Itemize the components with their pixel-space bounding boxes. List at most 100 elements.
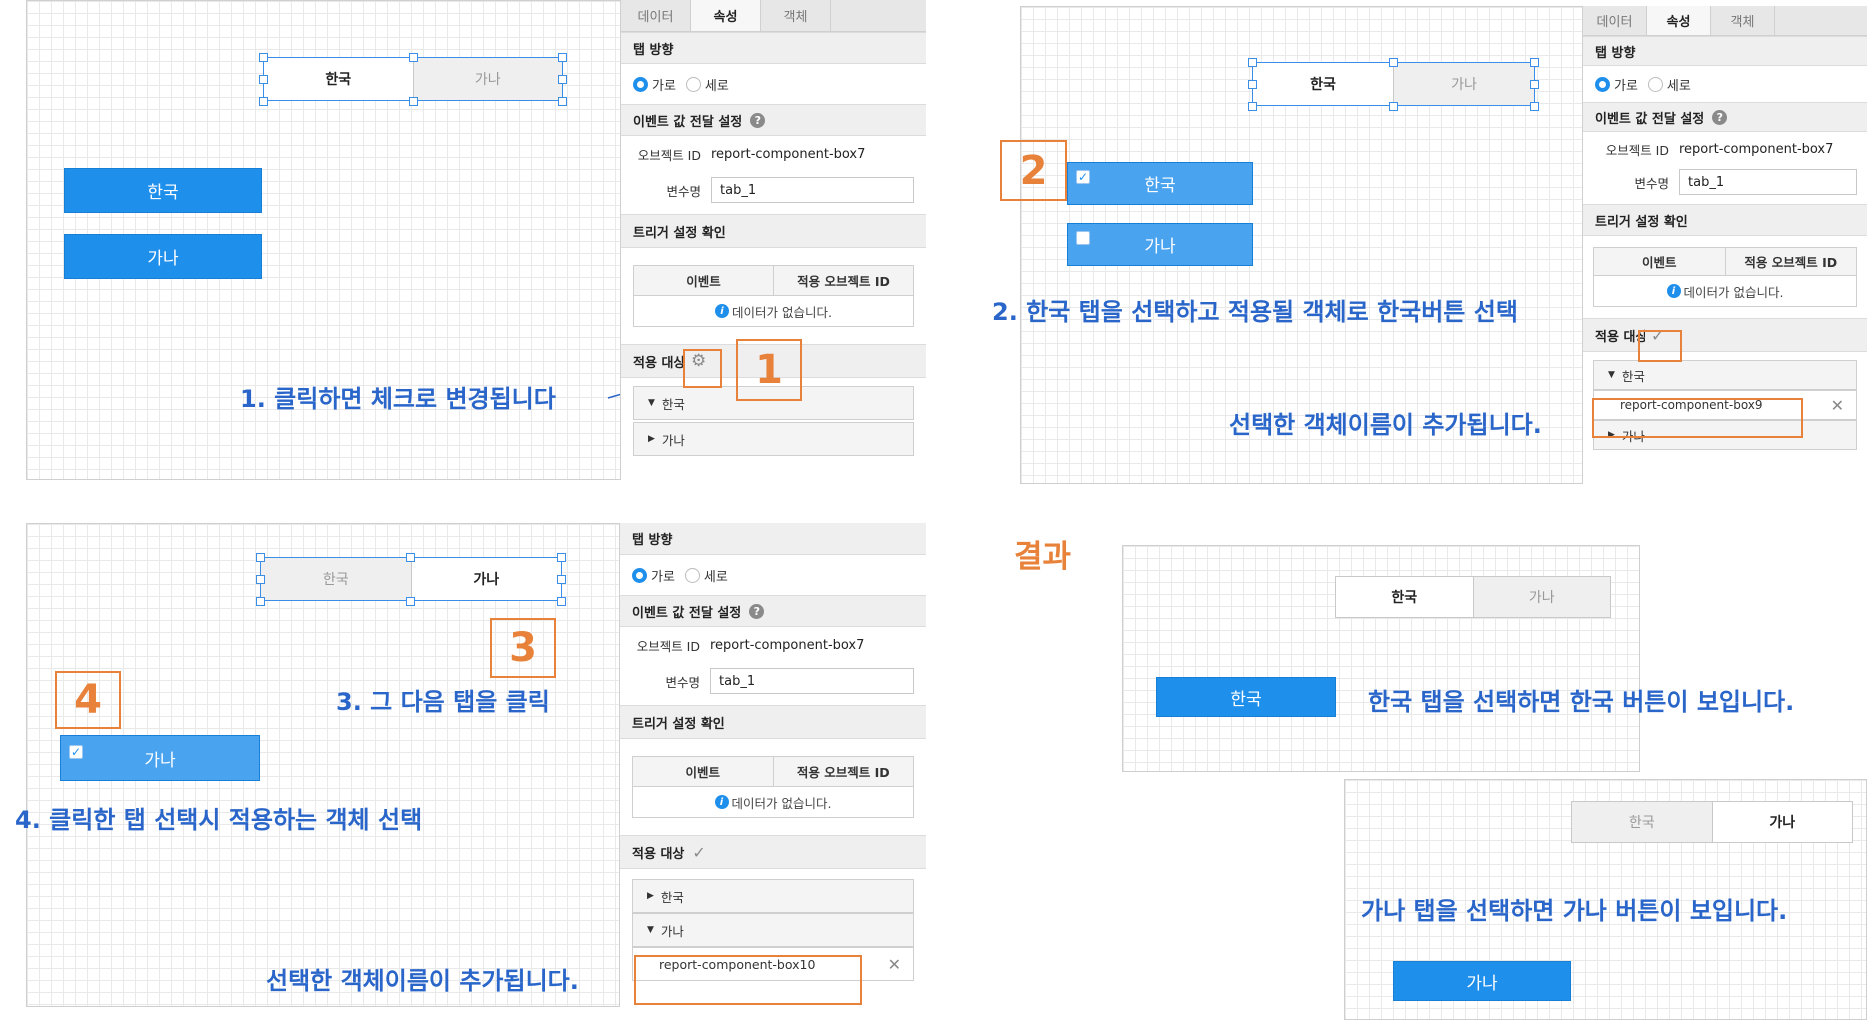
resize-handle[interactable]	[558, 53, 567, 62]
resize-handle[interactable]	[259, 75, 268, 84]
direction-radios: 가로 세로	[621, 64, 926, 104]
trigger-table-header: 이벤트 적용 오브젝트 ID	[633, 757, 913, 787]
trigger-table-wrap: 이벤트 적용 오브젝트 ID i 데이터가 없습니다.	[621, 248, 926, 344]
resize-handle[interactable]	[259, 53, 268, 62]
korea-checkbox[interactable]: ✓	[1076, 170, 1090, 184]
resize-handle[interactable]	[259, 97, 268, 106]
step1-note: 1. 클릭하면 체크로 변경됩니다	[240, 385, 556, 413]
gana-checkbox[interactable]: ✓	[69, 745, 83, 759]
caret-down-icon: ▼	[647, 925, 654, 935]
resize-handle[interactable]	[256, 597, 265, 606]
tab-object[interactable]: 객체	[1711, 6, 1775, 35]
resize-handle[interactable]	[1248, 58, 1257, 67]
tab-component[interactable]: 한국 가나	[1335, 576, 1611, 618]
resize-handle[interactable]	[1389, 102, 1398, 111]
tab-object[interactable]: 객체	[761, 0, 831, 31]
object-id-row: 오브젝트 ID report-component-box7	[1583, 132, 1867, 166]
resize-handle[interactable]	[1389, 58, 1398, 67]
tab-korea[interactable]: 한국	[1336, 577, 1473, 617]
varname-row: 변수명 tab_1	[1583, 166, 1867, 198]
help-icon[interactable]: ?	[749, 603, 765, 619]
radio-vertical[interactable]	[685, 76, 701, 92]
resize-handle[interactable]	[558, 75, 567, 84]
resize-handle[interactable]	[256, 553, 265, 562]
varname-row: 변수명 tab_1	[621, 172, 926, 208]
highlight-check	[1638, 330, 1682, 362]
check-icon[interactable]: ✓	[692, 843, 705, 862]
resize-handle[interactable]	[557, 553, 566, 562]
gana-checkbox[interactable]	[1076, 231, 1090, 245]
tab-korea[interactable]: 한국	[1572, 802, 1713, 842]
resize-handle[interactable]	[409, 97, 418, 106]
varname-input[interactable]: tab_1	[711, 177, 914, 203]
resize-handle[interactable]	[1248, 80, 1257, 89]
resize-handle[interactable]	[1530, 80, 1539, 89]
tab-korea[interactable]: 한국	[261, 558, 412, 600]
object-id-value: report-component-box7	[1679, 141, 1834, 157]
radio-horizontal[interactable]	[632, 567, 647, 583]
step4-number: 4	[74, 677, 102, 723]
resize-handle[interactable]	[557, 597, 566, 606]
varname-input[interactable]: tab_1	[1679, 169, 1857, 195]
tab-component[interactable]: 한국 가나	[1571, 801, 1853, 843]
gana-button[interactable]: 가나	[1393, 961, 1571, 1001]
radio-horizontal[interactable]	[1595, 76, 1610, 92]
varname-value: tab_1	[1688, 174, 1725, 190]
section-event-value: 이벤트 값 전달 설정?	[620, 595, 926, 627]
caret-right-icon: ▶	[648, 434, 655, 444]
radio-horizontal-label: 가로	[651, 569, 675, 585]
tab-data[interactable]: 데이터	[1583, 6, 1647, 35]
resize-handle[interactable]	[406, 553, 415, 562]
korea-button[interactable]: 한국	[1067, 162, 1253, 205]
tab-gana[interactable]: 가나	[411, 558, 561, 600]
help-icon[interactable]: ?	[750, 112, 766, 128]
gana-button[interactable]: 가나	[64, 234, 262, 279]
korea-button[interactable]: 한국	[1156, 677, 1336, 717]
tree-item-korea[interactable]: ▶ 한국	[632, 879, 914, 913]
resize-handle[interactable]	[558, 97, 567, 106]
gana-button[interactable]: 가나	[60, 735, 260, 781]
tree-label: 한국	[660, 889, 684, 905]
tab-korea[interactable]: 한국	[264, 58, 413, 100]
gana-button[interactable]: 가나	[1067, 223, 1253, 266]
radio-horizontal[interactable]	[633, 76, 648, 92]
direction-radios: 가로 세로	[620, 555, 926, 595]
varname-label: 변수명	[666, 183, 701, 199]
tab-data[interactable]: 데이터	[621, 0, 691, 31]
section-event-value: 이벤트 값 전달 설정?	[1583, 102, 1867, 132]
radio-vertical[interactable]	[1647, 76, 1663, 92]
tree-item-gana[interactable]: ▶ 가나	[633, 422, 914, 456]
tab-component[interactable]: 한국 가나	[260, 557, 562, 601]
tab-gana[interactable]: 가나	[1712, 802, 1852, 842]
tab-gana[interactable]: 가나	[1472, 577, 1610, 617]
resize-handle[interactable]	[406, 597, 415, 606]
close-icon[interactable]: ✕	[888, 955, 901, 974]
section-title: 탭 방향	[632, 533, 673, 548]
resize-handle[interactable]	[1248, 102, 1257, 111]
tab-gana[interactable]: 가나	[1393, 63, 1534, 105]
tree-item-gana[interactable]: ▼ 가나	[632, 913, 914, 947]
resize-handle[interactable]	[409, 53, 418, 62]
korea-button[interactable]: 한국	[64, 168, 262, 213]
tree-item-korea[interactable]: ▼ 한국	[1593, 360, 1857, 390]
tree-label: 한국	[661, 396, 685, 412]
close-icon[interactable]: ✕	[1831, 396, 1844, 415]
section-trigger: 트리거 설정 확인	[620, 705, 926, 739]
no-data-text: 데이터가 없습니다.	[1683, 284, 1784, 300]
resize-handle[interactable]	[1530, 58, 1539, 67]
tab-properties[interactable]: 속성	[691, 0, 761, 31]
tab-korea[interactable]: 한국	[1253, 63, 1393, 105]
resize-handle[interactable]	[1530, 102, 1539, 111]
tab-component[interactable]: 한국 가나	[1252, 62, 1535, 106]
help-icon[interactable]: ?	[1712, 109, 1728, 125]
tab-component[interactable]: 한국 가나	[263, 57, 563, 101]
tab-properties[interactable]: 속성	[1647, 6, 1711, 35]
resize-handle[interactable]	[256, 575, 265, 584]
varname-label: 변수명	[665, 674, 700, 690]
varname-input[interactable]: tab_1	[710, 668, 914, 694]
radio-vertical[interactable]	[684, 567, 700, 583]
tree-label: 가나	[661, 432, 685, 448]
resize-handle[interactable]	[557, 575, 566, 584]
tab-gana[interactable]: 가나	[412, 58, 562, 100]
no-data-text: 데이터가 없습니다.	[732, 304, 832, 320]
